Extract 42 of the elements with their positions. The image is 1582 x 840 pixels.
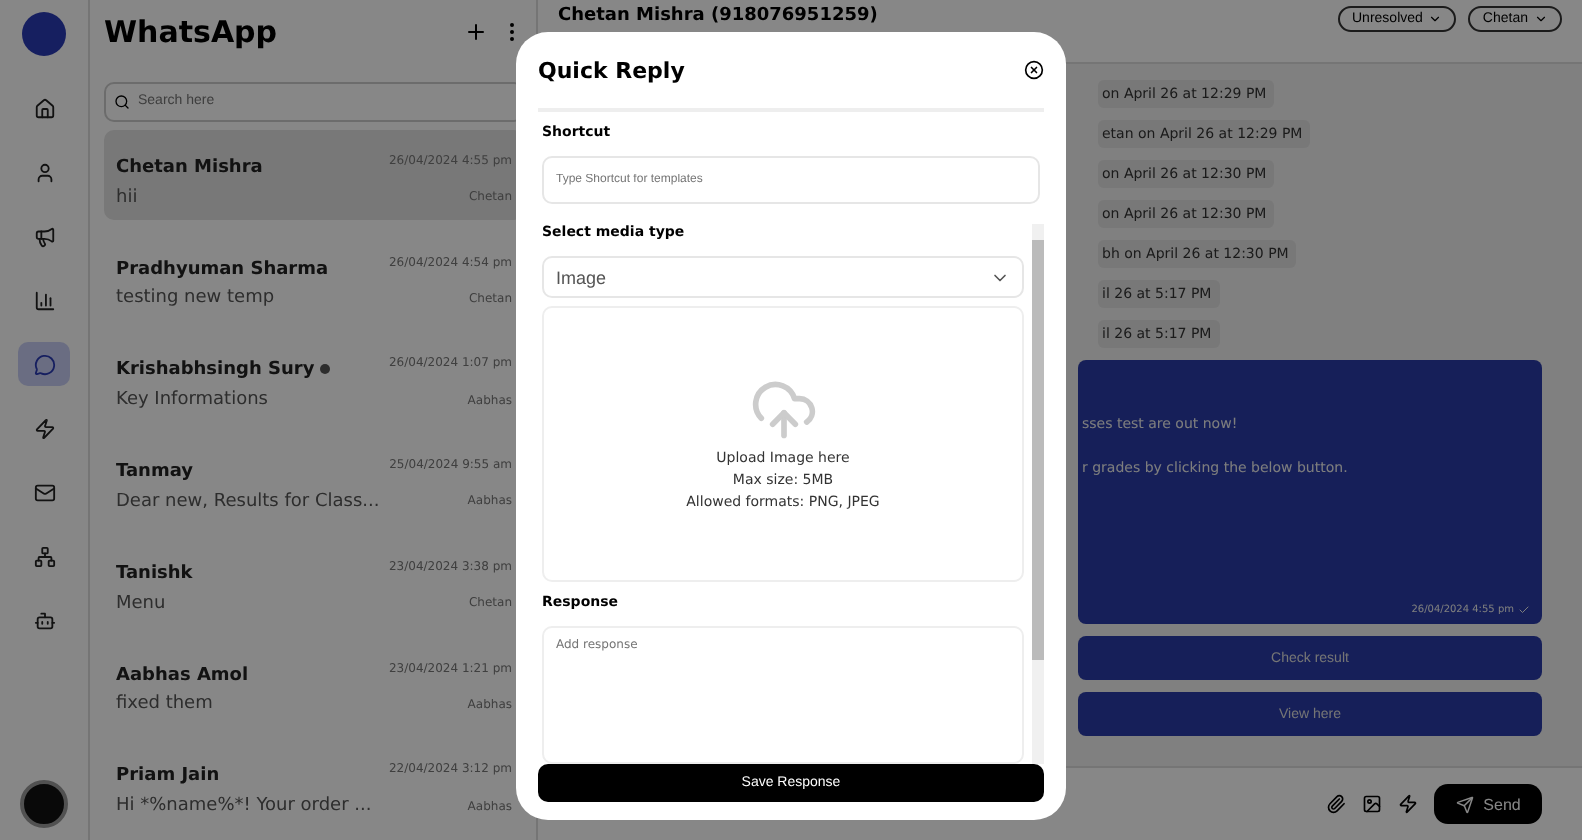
message-preview: Menu [116, 593, 166, 613]
mail-icon [33, 481, 55, 503]
megaphone-icon [33, 225, 55, 247]
message-preview: testing new temp [116, 288, 275, 309]
message-preview: Key Informations [116, 390, 268, 410]
nav-button[interactable] [18, 342, 70, 386]
logo-icon [22, 12, 66, 56]
caret-icon [1534, 12, 1548, 26]
message-preview: hii [116, 187, 138, 207]
home-icon [33, 97, 55, 119]
scrollbar-thumb[interactable] [1032, 240, 1044, 660]
app-title: WhatsApp [104, 14, 280, 51]
contact-title: Chetan Mishra (918076951259) [558, 6, 880, 28]
contact-name: Priam Jain [116, 766, 220, 787]
contact-name: Krishabhsingh Sury [116, 360, 315, 381]
check-icon [1518, 604, 1530, 616]
dialog-title: Quick Reply [538, 57, 685, 83]
attach-icon[interactable] [1326, 794, 1346, 814]
send-button[interactable]: Send [1434, 784, 1542, 824]
search-icon [114, 93, 130, 110]
network-icon [33, 545, 55, 567]
contact-name: Tanmay [116, 462, 194, 482]
bar-chart-icon [33, 289, 55, 311]
message-preview: Dear new, Results for Class... [116, 491, 380, 512]
caret-icon [1428, 12, 1443, 26]
send-icon [1455, 795, 1474, 813]
user-icon [33, 161, 55, 183]
contact-name: Chetan Mishra [116, 157, 263, 178]
robot-icon [33, 609, 55, 631]
contact-name: Aabhas Amol [116, 665, 249, 685]
message-preview: Hi *%name%*! Your order ... [116, 796, 372, 816]
contact-name: Tanishk [116, 563, 193, 584]
image-icon[interactable] [1362, 794, 1382, 814]
avatar-icon[interactable] [20, 780, 68, 828]
media-type-select[interactable]: Image [542, 256, 1024, 299]
add-icon[interactable] [464, 20, 488, 45]
chat-icon [33, 353, 55, 375]
lightning-icon[interactable] [1398, 794, 1418, 814]
contact-name: Pradhyuman Sharma [116, 259, 329, 279]
close-button[interactable] [1024, 60, 1044, 80]
message-preview: fixed them [116, 694, 213, 715]
lightning-icon [33, 417, 55, 439]
